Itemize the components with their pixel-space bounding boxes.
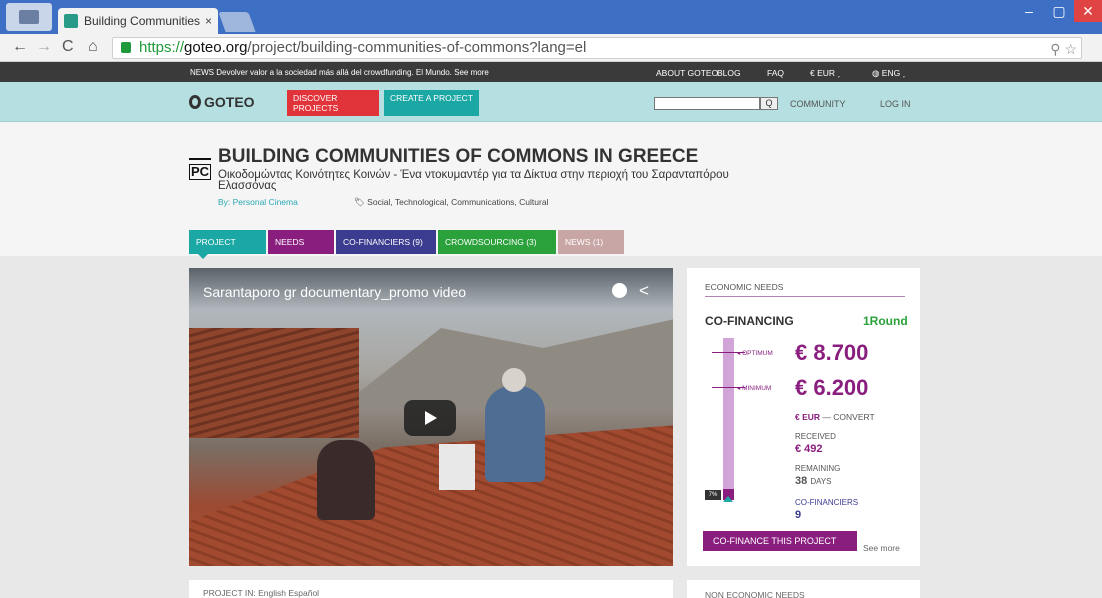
video-scene-man-head <box>502 368 526 392</box>
login-link[interactable]: LOG IN <box>880 99 911 109</box>
watch-later-icon[interactable] <box>612 283 627 298</box>
tab-close-icon[interactable]: × <box>205 14 212 28</box>
project-avatar: PC <box>189 150 212 180</box>
lock-icon <box>121 42 131 53</box>
discover-projects-button[interactable]: DISCOVER PROJECTS <box>287 90 379 116</box>
video-scene-roof <box>189 425 673 566</box>
goteo-drop-icon <box>189 95 201 109</box>
non-economic-needs-panel: NON ECONOMIC NEEDS <box>687 580 920 598</box>
currency-code: € EUR <box>795 412 821 422</box>
cofinancing-label: CO-FINANCING <box>705 314 794 328</box>
maximize-button[interactable]: ▢ <box>1044 0 1074 22</box>
avatar-text: PC <box>189 164 212 180</box>
new-tab-button[interactable] <box>218 12 256 32</box>
tab-project[interactable]: PROJECT <box>189 230 266 254</box>
remaining-value: 38 DAYS <box>795 475 832 487</box>
create-project-button[interactable]: CREATE A PROJECT <box>384 90 479 116</box>
video-scene-box <box>439 444 475 490</box>
community-menu[interactable]: COMMUNITY <box>790 99 846 109</box>
tab-cofinanciers[interactable]: CO-FINANCIERS (9) <box>336 230 436 254</box>
remaining-label: REMAINING <box>795 464 841 473</box>
address-bar-row: ← → C ⌂ https://goteo.org/project/buildi… <box>0 34 1102 62</box>
funding-percent: 7% <box>705 490 721 500</box>
see-more-link[interactable]: See more <box>863 543 900 553</box>
currency-convert[interactable]: € EUR — CONVERT <box>795 412 875 422</box>
search-button[interactable]: Q <box>760 97 778 110</box>
non-economic-needs-heading: NON ECONOMIC NEEDS <box>705 590 805 598</box>
convert-link[interactable]: — CONVERT <box>820 412 874 422</box>
back-button[interactable]: ← <box>12 38 28 56</box>
goteo-favicon-icon <box>64 14 78 28</box>
project-tags: 🏷 Social, Technological, Communications,… <box>354 197 548 208</box>
share-icon[interactable]: < <box>639 281 649 301</box>
browser-titlebar: Building Communities of × – ▢ ✕ <box>0 0 1102 34</box>
search-input[interactable] <box>654 97 760 110</box>
url-path: /project/building-communities-of-commons… <box>247 39 587 56</box>
economic-needs-heading: ECONOMIC NEEDS <box>705 282 784 292</box>
tag-icon: 🏷 <box>354 197 365 207</box>
remaining-number: 38 <box>795 475 808 487</box>
url-scheme: https:// <box>139 39 185 56</box>
round-label: 1Round <box>863 314 908 328</box>
faq-link[interactable]: FAQ <box>767 68 784 78</box>
cofinanciers-count: 9 <box>795 509 802 521</box>
close-window-button[interactable]: ✕ <box>1074 0 1102 22</box>
cofinanciers-label: CO-FINANCIERS <box>795 498 859 507</box>
play-button[interactable] <box>404 400 456 436</box>
url-actions: ⚲ ☆ <box>1050 39 1077 59</box>
site-header: GOTEO DISCOVER PROJECTS CREATE A PROJECT… <box>0 82 1102 122</box>
video-scene-roof-back <box>189 328 359 438</box>
project-header: PC BUILDING COMMUNITIES OF COMMONS IN GR… <box>0 122 1102 259</box>
received-label: RECEIVED <box>795 432 836 441</box>
project-author-link[interactable]: By: Personal Cinema <box>218 197 298 207</box>
language-selector[interactable]: ◍ ENG ˯ <box>872 68 905 79</box>
currency-selector[interactable]: € EUR ˯ <box>810 68 840 78</box>
bookmark-star-icon[interactable]: ☆ <box>1064 41 1077 57</box>
video-player[interactable]: Sarantaporo gr documentary_promo video < <box>189 268 673 566</box>
blog-link[interactable]: BLOG <box>717 68 741 78</box>
cofinance-button[interactable]: CO-FINANCE THIS PROJECT <box>703 531 857 551</box>
url-input[interactable]: https://goteo.org/project/building-commu… <box>112 37 1082 59</box>
minimize-button[interactable]: – <box>1014 0 1044 22</box>
project-language-panel: PROJECT IN: English Español <box>189 580 673 598</box>
video-title[interactable]: Sarantaporo gr documentary_promo video <box>203 284 466 300</box>
optimum-amount: € 8.700 <box>795 340 869 365</box>
news-text[interactable]: NEWS Devolver valor a la sociedad más al… <box>190 68 489 77</box>
project-title: BUILDING COMMUNITIES OF COMMONS IN GREEC… <box>218 146 699 167</box>
video-scene-man <box>485 386 545 482</box>
heading-divider <box>705 296 905 297</box>
zoom-icon[interactable]: ⚲ <box>1050 41 1060 57</box>
project-in-languages[interactable]: PROJECT IN: English Español <box>203 588 319 598</box>
forward-button[interactable]: → <box>36 38 52 56</box>
funding-bar <box>723 338 734 500</box>
reload-button[interactable]: C <box>62 38 74 56</box>
language-label: ENG ˯ <box>881 68 906 78</box>
news-bar: NEWS Devolver valor a la sociedad más al… <box>0 62 1102 82</box>
funding-progress-marker <box>723 496 733 502</box>
tags-text[interactable]: Social, Technological, Communications, C… <box>367 197 548 207</box>
logo-text: GOTEO <box>204 94 255 110</box>
minimum-amount: € 6.200 <box>795 375 869 400</box>
tab-news[interactable]: NEWS (1) <box>558 230 624 254</box>
remaining-unit: DAYS <box>810 477 832 486</box>
about-goteo-link[interactable]: ABOUT GOTEO <box>656 68 718 78</box>
browser-menu-icon[interactable] <box>6 3 52 31</box>
tab-needs[interactable]: NEEDS <box>268 230 334 254</box>
optimum-label: ◂ OPTIMUM <box>737 350 773 357</box>
home-button[interactable]: ⌂ <box>88 38 98 56</box>
project-subtitle: Οικοδομώντας Κοινότητες Κοινών - Ένα ντο… <box>218 169 729 192</box>
goteo-logo[interactable]: GOTEO <box>189 94 255 110</box>
tab-crowdsourcing[interactable]: CROWDSOURCING (3) <box>438 230 556 254</box>
tab-title: Building Communities of <box>84 14 201 28</box>
minimum-label: ◂ MINIMUM <box>737 385 772 392</box>
avatar-decoration <box>189 152 211 160</box>
url-domain: goteo.org <box>184 39 248 56</box>
video-scene-person <box>317 440 375 520</box>
browser-tab[interactable]: Building Communities of × <box>58 8 218 34</box>
received-amount: € 492 <box>795 443 823 455</box>
active-tab-indicator <box>198 254 208 259</box>
economic-needs-panel: ECONOMIC NEEDS CO-FINANCING 1Round 7% ◂ … <box>687 268 920 566</box>
